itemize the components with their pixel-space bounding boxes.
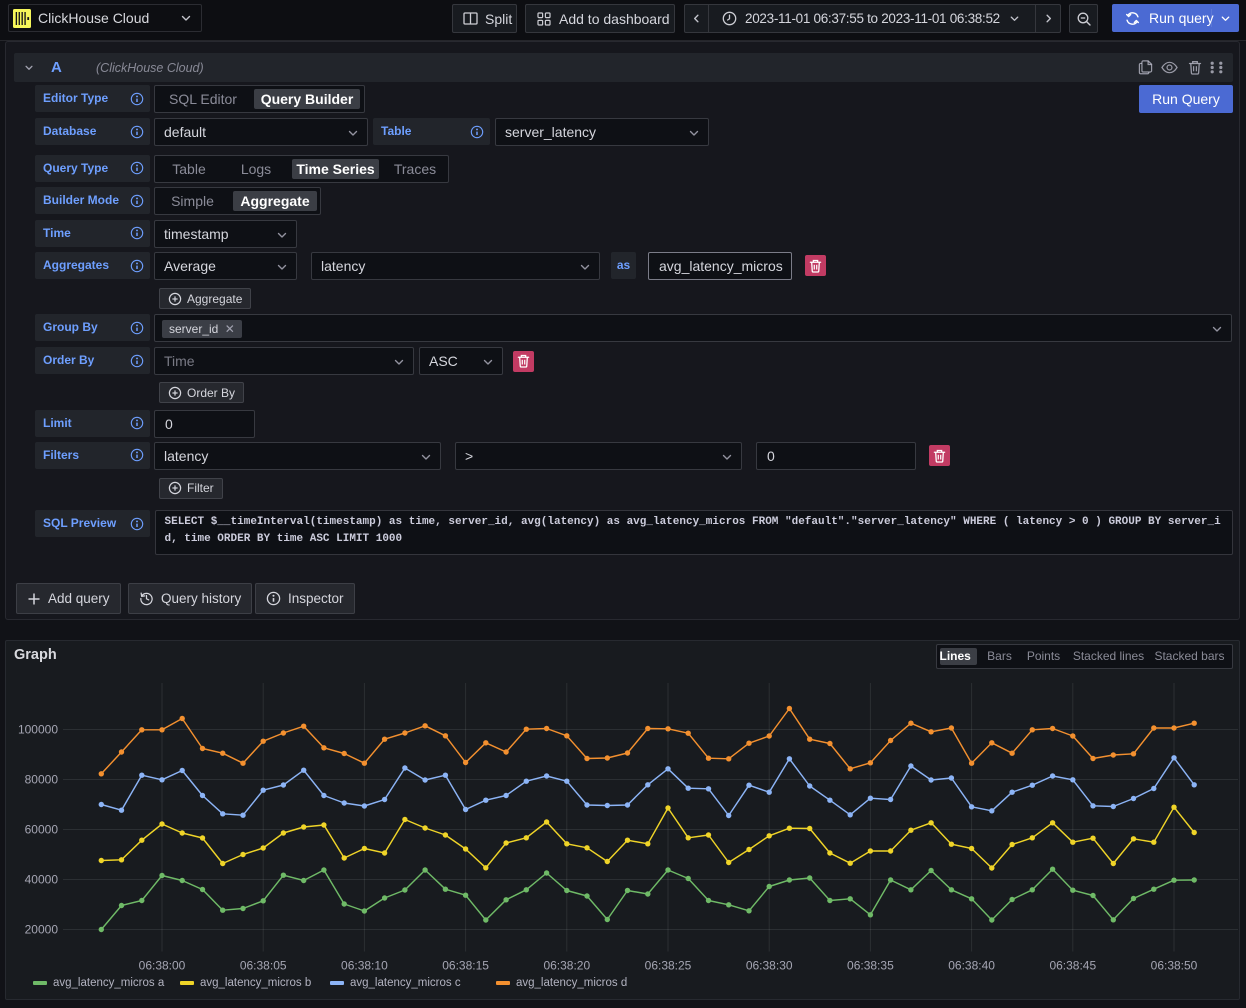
svg-text:20000: 20000 xyxy=(25,923,59,937)
svg-text:06:38:05: 06:38:05 xyxy=(240,959,287,973)
svg-text:06:38:20: 06:38:20 xyxy=(543,959,590,973)
svg-text:06:38:50: 06:38:50 xyxy=(1151,959,1198,973)
svg-text:06:38:35: 06:38:35 xyxy=(847,959,894,973)
svg-text:06:38:25: 06:38:25 xyxy=(645,959,692,973)
svg-text:60000: 60000 xyxy=(25,823,59,837)
svg-text:06:38:30: 06:38:30 xyxy=(746,959,793,973)
svg-text:06:38:10: 06:38:10 xyxy=(341,959,388,973)
svg-text:06:38:40: 06:38:40 xyxy=(948,959,995,973)
svg-text:06:38:45: 06:38:45 xyxy=(1049,959,1096,973)
svg-text:06:38:15: 06:38:15 xyxy=(442,959,489,973)
svg-text:100000: 100000 xyxy=(18,723,58,737)
svg-text:06:38:00: 06:38:00 xyxy=(139,959,186,973)
svg-text:40000: 40000 xyxy=(25,873,59,887)
svg-text:80000: 80000 xyxy=(25,773,59,787)
